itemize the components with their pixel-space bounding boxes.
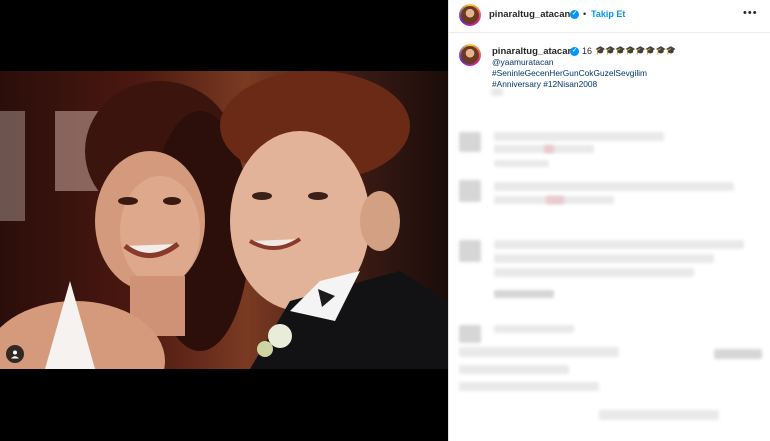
comment-blur xyxy=(494,132,664,141)
follow-button[interactable]: Takip Et xyxy=(591,9,625,19)
separator-dot: • xyxy=(583,9,587,19)
comment-blur xyxy=(494,182,734,191)
comment-blur xyxy=(546,196,564,204)
comment-blur xyxy=(544,145,554,153)
caption-username[interactable]: pinaraltug_atacan xyxy=(492,46,573,57)
instagram-post-view: pinaraltug_atacan ✓ • Takip Et ••• pinar… xyxy=(0,0,770,441)
comment-blur xyxy=(459,365,569,374)
more-options-icon[interactable]: ••• xyxy=(743,7,758,19)
comment-blur xyxy=(494,268,694,277)
comment-blur xyxy=(599,410,719,420)
comment-blur xyxy=(491,88,503,96)
comment-blur xyxy=(494,254,714,263)
caption-verified-badge-icon: ✓ xyxy=(570,47,579,56)
comment-blur xyxy=(459,347,619,357)
post-photo[interactable] xyxy=(0,71,448,369)
comment-avatar-blur xyxy=(459,240,481,262)
post-username[interactable]: pinaraltug_atacan xyxy=(489,9,570,20)
comment-blur xyxy=(494,160,549,167)
comment-blur xyxy=(459,382,599,391)
comment-avatar-blur xyxy=(459,180,481,202)
caption-count: 16 xyxy=(582,46,593,56)
comment-blur xyxy=(494,240,744,249)
caption-hashtag-line-2[interactable]: #Anniversary #12Nisan2008 xyxy=(492,79,762,90)
user-tag-glyph xyxy=(11,350,19,359)
comment-blur xyxy=(714,349,762,359)
avatar[interactable] xyxy=(459,4,481,26)
comment-avatar-blur xyxy=(459,325,481,343)
verified-badge-icon: ✓ xyxy=(570,10,579,19)
post-media-pane xyxy=(0,0,448,441)
post-details-panel: pinaraltug_atacan ✓ • Takip Et ••• pinar… xyxy=(448,0,770,441)
photo-illustration xyxy=(0,71,448,369)
comment-blur xyxy=(494,325,574,333)
caption-hashtag-line-1[interactable]: #SeninleGecenHerGunCokGuzelSevgilim xyxy=(492,68,762,79)
caption-mention[interactable]: @yaamuratacan xyxy=(492,57,762,68)
post-header: pinaraltug_atacan ✓ • Takip Et ••• xyxy=(449,0,770,33)
comment-blur xyxy=(494,290,554,298)
caption-avatar[interactable] xyxy=(459,44,481,66)
user-tag-icon[interactable] xyxy=(6,345,24,363)
caption-emojis: 🎓🎓🎓🎓🎓🎓🎓🎓 xyxy=(595,45,676,55)
caption-text: @yaamuratacan #SeninleGecenHerGunCokGuze… xyxy=(492,57,762,90)
comment-avatar-blur xyxy=(459,132,481,152)
